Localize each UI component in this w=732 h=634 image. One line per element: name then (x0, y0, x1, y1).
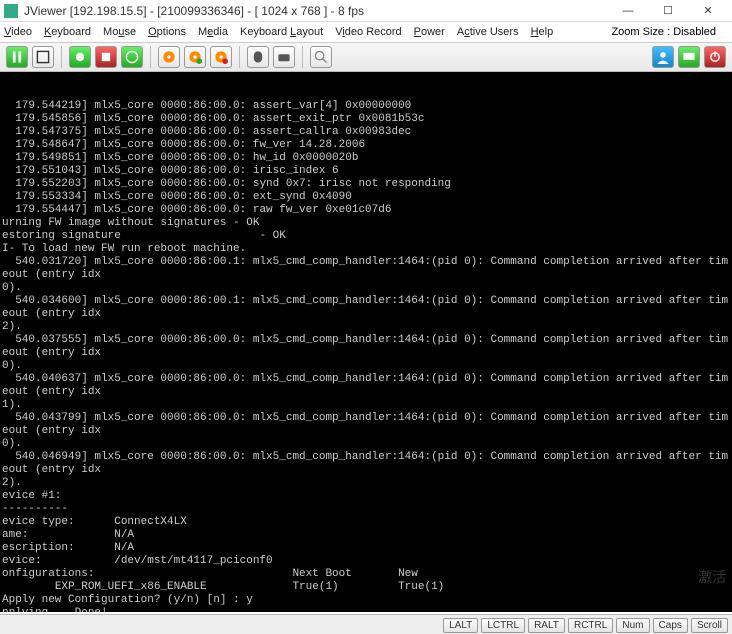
menu-options[interactable]: Options (148, 26, 186, 38)
statusbar: LALT LCTRL RALT RCTRL Num Caps Scroll (0, 614, 732, 634)
terminal-line: 179.544219] mlx5_core 0000:86:00.0: asse… (2, 100, 732, 113)
terminal-line: escription: N/A (2, 542, 732, 555)
keyboard-icon[interactable] (273, 46, 295, 68)
status-key-ralt[interactable]: RALT (528, 618, 565, 633)
terminal-line: 0). (2, 438, 732, 451)
terminal-line: evice #1: (2, 490, 732, 503)
terminal-line: 179.554447] mlx5_core 0000:86:00.0: raw … (2, 204, 732, 217)
menu-active-users[interactable]: Active Users (457, 26, 519, 38)
play-icon[interactable] (6, 46, 28, 68)
close-button[interactable]: ✕ (688, 1, 728, 21)
terminal-line: urning FW image without signatures - OK (2, 217, 732, 230)
terminal-line: 2). (2, 477, 732, 490)
status-key-rctrl[interactable]: RCTRL (568, 618, 613, 633)
terminal[interactable]: 179.544219] mlx5_core 0000:86:00.0: asse… (0, 72, 732, 612)
menu-mouse[interactable]: Mouse (103, 26, 136, 38)
cd-red-icon[interactable] (210, 46, 232, 68)
record-start-icon[interactable] (69, 46, 91, 68)
fullscreen-icon[interactable] (32, 46, 54, 68)
record-stop-icon[interactable] (95, 46, 117, 68)
app-icon (4, 4, 18, 18)
separator (61, 46, 62, 68)
titlebar: JViewer [192.198.15.5] - [210099336346] … (0, 0, 732, 22)
monitor-icon[interactable] (678, 46, 700, 68)
menu-power[interactable]: Power (414, 26, 445, 38)
menu-help[interactable]: Help (531, 26, 554, 38)
terminal-line: 540.031720] mlx5_core 0000:86:00.1: mlx5… (2, 256, 732, 282)
maximize-button[interactable]: ☐ (648, 1, 688, 21)
terminal-line: 540.037555] mlx5_core 0000:86:00.0: mlx5… (2, 334, 732, 360)
terminal-line: onfigurations: Next Boot New (2, 568, 732, 581)
menubar: Video Keyboard Mouse Options Media Keybo… (0, 22, 732, 42)
terminal-line: 179.548647] mlx5_core 0000:86:00.0: fw_v… (2, 139, 732, 152)
terminal-line: evice: /dev/mst/mt4117_pciconf0 (2, 555, 732, 568)
terminal-line: pplying... Done! (2, 607, 732, 612)
power-icon[interactable] (704, 46, 726, 68)
terminal-line: 179.552203] mlx5_core 0000:86:00.0: synd… (2, 178, 732, 191)
status-key-num[interactable]: Num (616, 618, 649, 633)
terminal-line: Apply new Configuration? (y/n) [n] : y (2, 594, 732, 607)
terminal-line: 1). (2, 399, 732, 412)
minimize-button[interactable]: — (608, 1, 648, 21)
terminal-line: 179.553334] mlx5_core 0000:86:00.0: ext_… (2, 191, 732, 204)
terminal-line: evice type: ConnectX4LX (2, 516, 732, 529)
terminal-line: 540.043799] mlx5_core 0000:86:00.0: mlx5… (2, 412, 732, 438)
terminal-line: 540.040637] mlx5_core 0000:86:00.0: mlx5… (2, 373, 732, 399)
menu-media[interactable]: Media (198, 26, 228, 38)
terminal-line: EXP_ROM_UEFI_x86_ENABLE True(1) True(1) (2, 581, 732, 594)
terminal-line: 179.551043] mlx5_core 0000:86:00.0: iris… (2, 165, 732, 178)
record-settings-icon[interactable] (121, 46, 143, 68)
zoom-label: Zoom Size : Disabled (611, 26, 716, 38)
terminal-line: 179.547375] mlx5_core 0000:86:00.0: asse… (2, 126, 732, 139)
terminal-line: 2). (2, 321, 732, 334)
terminal-line: 179.545856] mlx5_core 0000:86:00.0: asse… (2, 113, 732, 126)
mouse-icon[interactable] (247, 46, 269, 68)
window-title: JViewer [192.198.15.5] - [210099336346] … (24, 4, 608, 18)
separator (150, 46, 151, 68)
status-key-lalt[interactable]: LALT (443, 618, 478, 633)
menu-video-record[interactable]: Video Record (335, 26, 401, 38)
status-key-lctrl[interactable]: LCTRL (481, 618, 525, 633)
terminal-line: I- To load new FW run reboot machine. (2, 243, 732, 256)
user-icon[interactable] (652, 46, 674, 68)
menu-keyboard[interactable]: Keyboard (44, 26, 91, 38)
status-key-caps[interactable]: Caps (653, 618, 688, 633)
terminal-line: estoring signature - OK (2, 230, 732, 243)
terminal-line: 179.549851] mlx5_core 0000:86:00.0: hw_i… (2, 152, 732, 165)
terminal-line: 540.034600] mlx5_core 0000:86:00.1: mlx5… (2, 295, 732, 321)
cd-icon[interactable] (158, 46, 180, 68)
cd-green-icon[interactable] (184, 46, 206, 68)
menu-video[interactable]: Video (4, 26, 32, 38)
toolbar (0, 42, 732, 72)
terminal-line: ame: N/A (2, 529, 732, 542)
terminal-line: 0). (2, 282, 732, 295)
status-key-scroll[interactable]: Scroll (691, 618, 728, 633)
terminal-line: 0). (2, 360, 732, 373)
window-controls: — ☐ ✕ (608, 1, 728, 21)
search-icon[interactable] (310, 46, 332, 68)
separator (239, 46, 240, 68)
terminal-line: ---------- (2, 503, 732, 516)
separator (302, 46, 303, 68)
terminal-line: 540.046949] mlx5_core 0000:86:00.0: mlx5… (2, 451, 732, 477)
menu-keyboard-layout[interactable]: Keyboard Layout (240, 26, 323, 38)
